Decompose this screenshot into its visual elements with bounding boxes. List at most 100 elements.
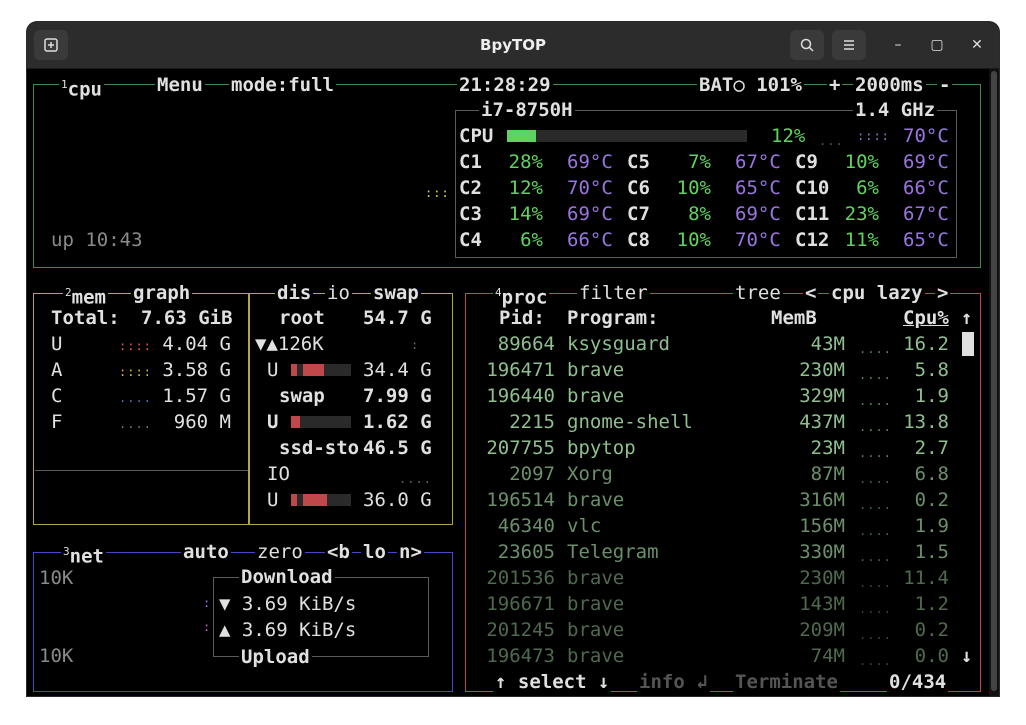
- proc-row[interactable]: 196471 brave 230M.... 5.8: [471, 357, 957, 383]
- terminal-scrollbar[interactable]: [989, 69, 999, 696]
- proc-cpu: 0.2: [914, 619, 949, 641]
- interval-plus-button[interactable]: +: [827, 74, 843, 96]
- col-cpu[interactable]: Cpu%: [903, 305, 949, 331]
- mem-row-label: U: [51, 333, 63, 355]
- cpu-model: i7-8750H: [479, 99, 575, 121]
- close-button[interactable]: ✕: [966, 34, 988, 56]
- proc-pid: 196671: [486, 593, 555, 615]
- proc-cpu: 1.9: [914, 385, 949, 407]
- cpu-core-temp: 69°C: [567, 151, 613, 173]
- maximize-icon: ▢: [930, 37, 944, 53]
- net-zero-toggle[interactable]: zero: [255, 541, 305, 563]
- net-upload-graph: :: [203, 620, 212, 634]
- proc-scroll-down-icon[interactable]: ↓: [961, 643, 972, 669]
- proc-row[interactable]: 46340 vlc 156M.... 1.9: [471, 513, 957, 539]
- proc-terminate-button[interactable]: Terminate: [733, 671, 840, 693]
- net-scale-bottom: 10K: [39, 645, 74, 667]
- terminal-area: 1cpu Menu mode:full 21:28:29 BAT○ 101% +…: [27, 69, 999, 696]
- cpu-temp-graph: ::::: [857, 129, 890, 143]
- proc-pid: 23605: [497, 541, 555, 563]
- proc-row[interactable]: 23605 Telegram 330M.... 1.5: [471, 539, 957, 565]
- net-auto-toggle[interactable]: auto: [181, 541, 231, 563]
- proc-program: ksysguard: [567, 333, 670, 355]
- cpu-core-temp: 66°C: [567, 229, 613, 251]
- proc-pid: 196473: [486, 645, 555, 667]
- disk-root-used-bar: [291, 364, 351, 376]
- proc-pid: 196471: [486, 359, 555, 381]
- proc-row[interactable]: 201536 brave 230M.... 11.4: [471, 565, 957, 591]
- proc-info-button[interactable]: info ↲: [637, 671, 710, 693]
- mem-graph-toggle[interactable]: graph: [131, 282, 193, 304]
- proc-row[interactable]: 196514 brave 316M.... 0.2: [471, 487, 957, 513]
- proc-row[interactable]: 2215 gnome-shell 437M.... 13.8: [471, 409, 957, 435]
- update-interval: 2000ms: [853, 74, 926, 96]
- interval-minus-button[interactable]: -: [937, 74, 953, 96]
- proc-cpu: 13.8: [903, 411, 949, 433]
- swap-used: 1.62 G: [363, 411, 432, 433]
- proc-mem: 316M: [799, 489, 845, 511]
- disk-root-size: 54.7 G: [363, 307, 432, 329]
- menu-button[interactable]: [832, 30, 866, 60]
- proc-mem: 23M: [810, 437, 845, 459]
- disks-toggle[interactable]: dis: [275, 282, 314, 304]
- proc-scroll-up-icon[interactable]: ↑: [961, 305, 972, 331]
- proc-program: brave: [567, 489, 625, 511]
- net-prev-interface[interactable]: <b: [325, 541, 352, 563]
- proc-row[interactable]: 89664 ksysguard 43M.... 16.2: [471, 331, 957, 357]
- net-download-label: Download: [239, 566, 335, 588]
- proc-row[interactable]: 196473 brave 74M.... 0.0: [471, 643, 957, 669]
- mem-row-value: 960 M: [173, 411, 231, 433]
- cpu-core-percent: 10%: [676, 177, 711, 199]
- proc-program: Xorg: [567, 463, 613, 485]
- proc-cpu: 0.2: [914, 489, 949, 511]
- mem-row-value: 1.57 G: [162, 385, 231, 407]
- cpu-mode-toggle[interactable]: mode:full: [229, 74, 336, 96]
- proc-scroll-thumb[interactable]: [962, 332, 974, 356]
- cpu-core-temp: 69°C: [735, 203, 781, 225]
- cpu-frequency: 1.4 GHz: [853, 99, 938, 121]
- proc-pid: 201245: [486, 619, 555, 641]
- proc-sort-next[interactable]: >: [935, 282, 951, 304]
- proc-row[interactable]: 196671 brave 143M.... 1.2: [471, 591, 957, 617]
- mem-row-graph: ::::: [119, 365, 152, 379]
- proc-row[interactable]: 196440 brave 329M.... 1.9: [471, 383, 957, 409]
- proc-row[interactable]: 2097 Xorg 87M.... 6.8: [471, 461, 957, 487]
- proc-program: brave: [567, 359, 625, 381]
- disk-ssd-size: 46.5 G: [363, 437, 432, 459]
- proc-row[interactable]: 201245 brave 209M.... 0.2: [471, 617, 957, 643]
- proc-cpu: 1.5: [914, 541, 949, 563]
- disk-root-used-label: U: [267, 359, 279, 381]
- cpu-menu-button[interactable]: Menu: [155, 74, 205, 96]
- disk-root-io: ▼▲126K: [255, 333, 324, 355]
- proc-select-hint[interactable]: ↑ select ↓: [493, 671, 612, 693]
- proc-program: brave: [567, 645, 625, 667]
- disk-ssd-io: IO: [267, 463, 290, 485]
- disks-io-toggle[interactable]: io: [325, 282, 352, 304]
- proc-filter-button[interactable]: filter: [577, 282, 650, 304]
- net-interface-name: lo: [361, 541, 388, 563]
- proc-row[interactable]: 207755 bpytop 23M.... 2.7: [471, 435, 957, 461]
- proc-tree-toggle[interactable]: tree: [733, 282, 783, 304]
- proc-cpu: 5.8: [914, 359, 949, 381]
- minimize-button[interactable]: –: [887, 34, 909, 56]
- title-bar: BpyTOP – ▢ ✕: [27, 22, 999, 69]
- disk-root-name: root: [279, 307, 325, 329]
- proc-sort-prev[interactable]: <: [803, 282, 819, 304]
- proc-mem: 143M: [799, 593, 845, 615]
- proc-mem: 74M: [810, 645, 845, 667]
- terminal-scrollbar-thumb[interactable]: [991, 71, 997, 691]
- cpu-core-percent: 11%: [844, 229, 879, 251]
- net-next-interface[interactable]: n>: [397, 541, 424, 563]
- maximize-button[interactable]: ▢: [926, 34, 948, 56]
- proc-sort-mode: cpu lazy: [829, 282, 925, 304]
- mem-row-value: 3.58 G: [162, 359, 231, 381]
- search-icon: [800, 38, 814, 52]
- proc-mem: 230M: [799, 567, 845, 589]
- upload-arrow-icon: ▲: [219, 619, 231, 641]
- cpu-core-temp: 69°C: [567, 203, 613, 225]
- cpu-core-name: C1: [459, 151, 482, 173]
- proc-pid: 2097: [509, 463, 555, 485]
- cpu-total-percent: 12%: [771, 125, 806, 147]
- swap-toggle[interactable]: swap: [371, 282, 421, 304]
- search-button[interactable]: [790, 30, 824, 60]
